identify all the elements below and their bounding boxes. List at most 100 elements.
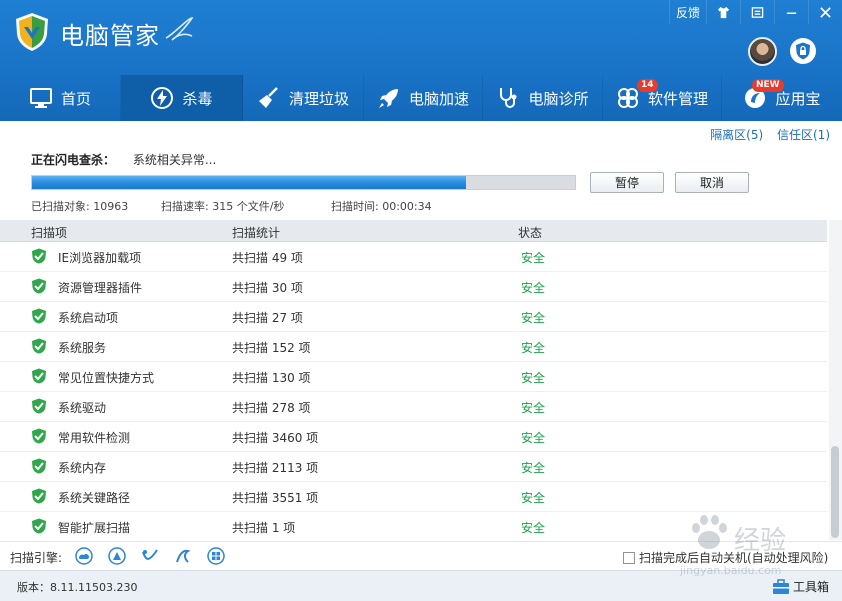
scan-item-status: 安全: [521, 461, 546, 475]
minimize-button[interactable]: [774, 0, 808, 24]
skin-button[interactable]: [706, 0, 740, 24]
scan-item-name: 系统关键路径: [58, 491, 131, 505]
auto-shutdown-label: 扫描完成后自动关机(自动处理风险): [639, 551, 829, 565]
status-footer: 版本：8.11.11503.230 工具箱: [0, 570, 842, 601]
cancel-button[interactable]: 取消: [675, 172, 749, 193]
scan-status-label: 正在闪电查杀：: [31, 153, 116, 167]
tab-app-store[interactable]: NEW 应用宝: [722, 75, 842, 121]
table-row: 系统启动项 共扫描 27 项 安全: [0, 302, 827, 332]
header-status: 状态: [518, 226, 543, 240]
software-icon: [617, 88, 638, 108]
tav-engine-icon[interactable]: [140, 546, 160, 566]
scan-item-name: 常用软件检测: [58, 431, 131, 445]
safe-check-icon: [32, 428, 46, 444]
cloud-engine-icon[interactable]: [74, 546, 94, 566]
scan-status: 正在闪电查杀： 系统相关异常...: [31, 151, 216, 168]
pause-button[interactable]: 暂停: [590, 172, 664, 193]
header-stats: 扫描统计: [232, 226, 281, 240]
safe-check-icon: [32, 248, 46, 264]
safe-check-icon: [32, 458, 46, 474]
isolation-zone-link[interactable]: 隔离区(5): [710, 128, 763, 142]
scrollbar-thumb[interactable]: [831, 446, 839, 538]
scan-item-count: 共扫描 49 项: [232, 251, 303, 265]
scan-status-text: 系统相关异常...: [132, 153, 217, 167]
broom-icon: [258, 87, 278, 108]
tab-software-manager-label: 软件管理: [647, 89, 708, 108]
tab-clean-junk[interactable]: 清理垃圾: [243, 75, 364, 121]
app-title: 电脑管家: [60, 22, 160, 50]
scan-item-list: IE浏览器加载项 共扫描 49 项安全 资源管理器插件 共扫描 30 项安全 系统启动项…: [0, 242, 827, 542]
scan-item-name: IE浏览器加载项: [58, 251, 142, 265]
quarantine-links: 隔离区(5) 信任区(1): [700, 126, 830, 143]
account-protect-button[interactable]: [790, 38, 816, 64]
trust-zone-link[interactable]: 信任区(1): [777, 128, 830, 142]
menu-icon: [751, 6, 764, 18]
antivirus-icon: [151, 87, 174, 109]
safe-check-icon: [32, 518, 46, 534]
tab-home-label: 首页: [60, 89, 91, 108]
tab-clinic[interactable]: 电脑诊所: [483, 75, 603, 121]
table-row: 系统关键路径 共扫描 3551 项 安全: [0, 482, 827, 512]
scan-item-name: 资源管理器插件: [58, 281, 143, 295]
scan-item-status: 安全: [521, 521, 546, 535]
scan-item-status: 安全: [521, 251, 546, 265]
software-update-badge: 14: [637, 79, 658, 92]
scan-item-count: 共扫描 1 项: [232, 521, 296, 535]
scan-speed: 扫描速率: 315 个文件/秒: [161, 200, 285, 213]
scan-item-status: 安全: [521, 341, 546, 355]
safe-check-icon: [32, 278, 46, 294]
table-row: 资源管理器插件 共扫描 30 项 安全: [0, 272, 827, 302]
scan-item-status: 安全: [521, 311, 546, 325]
tab-software-manager[interactable]: 14 软件管理: [603, 75, 722, 121]
table-row: 常见位置快捷方式 共扫描 130 项 安全: [0, 362, 827, 392]
scanned-objects: 已扫描对象: 10963: [31, 200, 129, 213]
safe-check-icon: [32, 488, 46, 504]
scan-item-status: 安全: [521, 491, 546, 505]
scan-item-count: 共扫描 152 项: [232, 341, 311, 355]
toolbox-button[interactable]: 工具箱: [772, 578, 829, 595]
scan-item-count: 共扫描 3460 项: [232, 431, 319, 445]
qvm-engine-icon[interactable]: [107, 546, 127, 566]
tab-home[interactable]: 首页: [0, 75, 121, 121]
scan-item-status: 安全: [521, 401, 546, 415]
app-store-new-badge: NEW: [752, 79, 784, 92]
rocket-icon: [378, 89, 398, 108]
minimize-icon: [786, 12, 797, 14]
menu-button[interactable]: [740, 0, 774, 24]
scrollbar[interactable]: [829, 220, 842, 540]
scan-item-status: 安全: [521, 281, 546, 295]
user-avatar[interactable]: [748, 37, 777, 66]
toolbox-icon: [773, 578, 789, 594]
table-row: 系统驱动 共扫描 278 项 安全: [0, 392, 827, 422]
close-button[interactable]: [808, 0, 842, 24]
scan-item-name: 智能扩展扫描: [58, 521, 131, 535]
table-row: 常用软件检测 共扫描 3460 项 安全: [0, 422, 827, 452]
scan-item-count: 共扫描 30 项: [232, 281, 303, 295]
tab-antivirus[interactable]: 杀毒: [121, 75, 243, 121]
scan-item-status: 安全: [521, 431, 546, 445]
tab-speedup[interactable]: 电脑加速: [364, 75, 483, 121]
scan-item-name: 常见位置快捷方式: [58, 371, 155, 385]
scan-time: 扫描时间: 00:00:34: [331, 200, 432, 213]
scan-item-status: 安全: [521, 371, 546, 385]
safe-check-icon: [32, 338, 46, 354]
table-header: 扫描项 扫描统计 状态: [0, 220, 827, 242]
scan-item-name: 系统驱动: [58, 401, 107, 415]
scan-progress-fill: [32, 176, 467, 189]
auto-shutdown-checkbox[interactable]: [623, 551, 635, 564]
tab-speedup-label: 电脑加速: [408, 89, 469, 108]
engine-label: 扫描引擎:: [10, 551, 63, 565]
signature-mark-icon: [165, 17, 194, 41]
auto-shutdown-option[interactable]: 扫描完成后自动关机(自动处理风险): [623, 549, 828, 566]
safe-check-icon: [32, 398, 46, 414]
scan-item-count: 共扫描 278 项: [232, 401, 311, 415]
main-nav: 首页 杀毒 清理垃圾 电脑加速 电脑诊所 14 软件管理 NEW 应用宝: [0, 75, 842, 121]
windows-engine-icon[interactable]: [206, 546, 226, 566]
title-bar: 电脑管家 反馈 首页 杀毒 清理垃圾 电脑加速 电脑诊所 14 软件管理 NEW…: [0, 0, 842, 121]
feedback-button[interactable]: 反馈: [668, 0, 706, 24]
table-row: 智能扩展扫描 共扫描 1 项 安全: [0, 512, 827, 542]
window-controls: 反馈: [668, 0, 842, 24]
scan-progress-bar: [31, 175, 576, 190]
avira-engine-icon[interactable]: [173, 546, 193, 566]
table-row: 系统内存 共扫描 2113 项 安全: [0, 452, 827, 482]
